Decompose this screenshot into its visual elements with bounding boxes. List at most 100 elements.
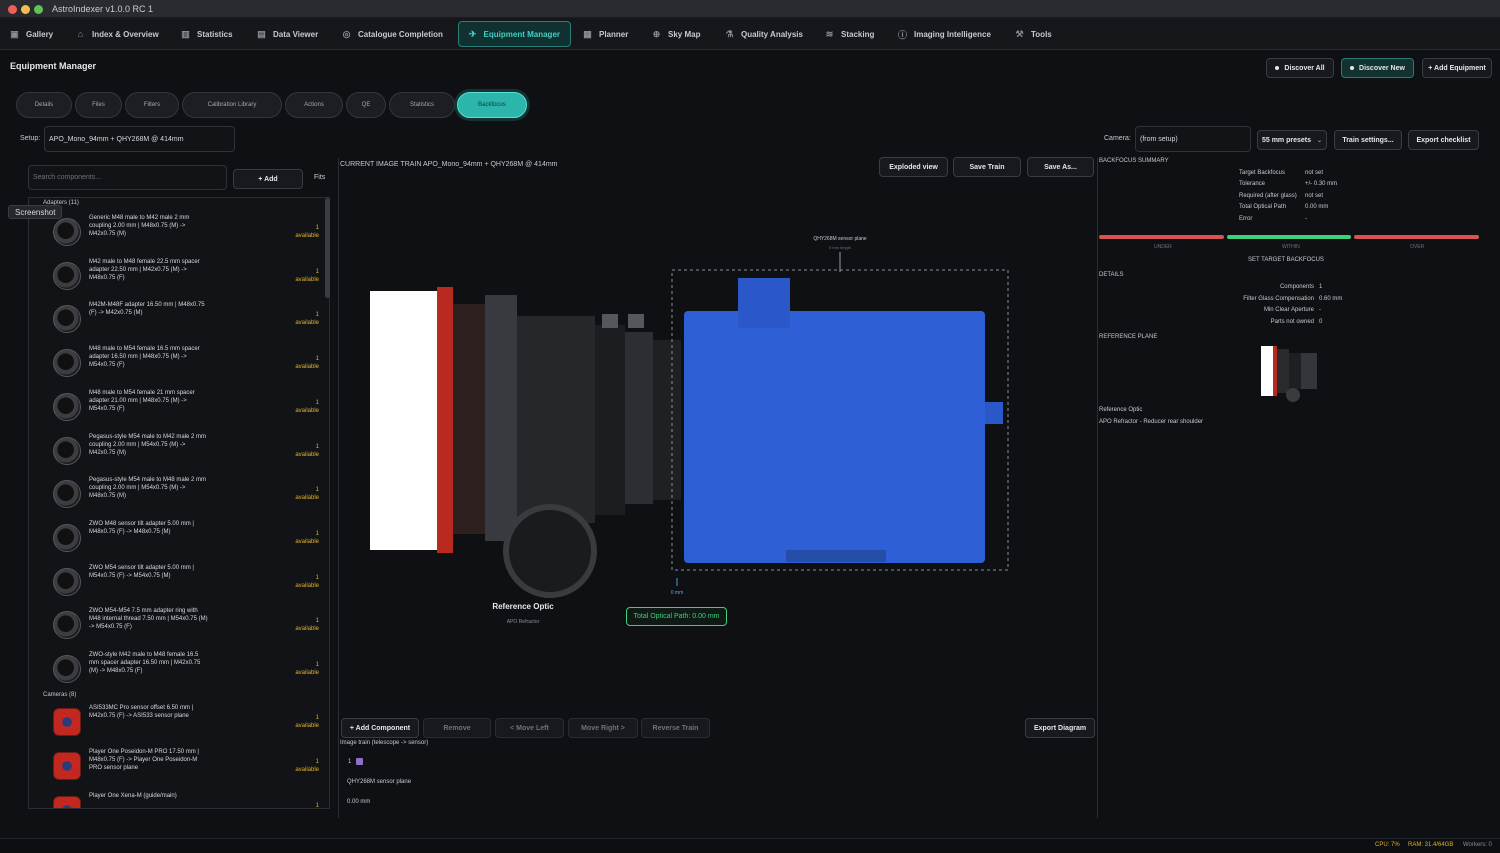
nav-index-overview[interactable]: ⌂ Index & Overview <box>76 21 159 47</box>
adapter-thumbnail <box>53 523 81 552</box>
availability-status: 1 available <box>295 530 319 546</box>
availability-status: 1 available <box>295 661 319 677</box>
tab-details[interactable]: Details <box>16 92 72 118</box>
summary-key: Components <box>1279 284 1314 290</box>
availability-status: 1 <box>315 802 319 809</box>
quantity: 1 <box>315 356 319 363</box>
add-equipment-button[interactable]: + Add Equipment <box>1422 58 1492 78</box>
info-icon: ⓘ <box>898 29 908 40</box>
add-component-button[interactable]: + Add Component <box>341 718 419 738</box>
reverse-train-button[interactable]: Reverse Train <box>641 718 710 738</box>
exploded-view-button[interactable]: Exploded view <box>879 157 948 177</box>
component-description: ZWO M54-M54 7.5 mm adapter ring with M48… <box>89 608 208 631</box>
document-icon: ▤ <box>257 28 266 39</box>
tab-qe[interactable]: QE <box>346 92 386 118</box>
camera-list-item[interactable]: Player One Xena-M (guide/main) 1 <box>29 790 329 809</box>
adapter-list-item[interactable]: M48 male to M54 female 21 mm spacer adap… <box>29 387 329 431</box>
presets-dropdown[interactable]: 55 mm presets ⌄ <box>1257 130 1327 150</box>
component-description: M48 male to M54 female 16.5 mm spacer ad… <box>89 346 200 369</box>
camera-list-item[interactable]: Player One Poseidon-M PRO 17.50 mm | M48… <box>29 746 329 790</box>
sensor-plane-label: QHY268M sensor plane <box>813 236 867 242</box>
discover-new-button[interactable]: Discover New <box>1341 58 1414 78</box>
camera-body <box>684 311 985 563</box>
status-label: available <box>295 320 319 327</box>
adapter-list-item[interactable]: M42 male to M48 female 22.5 mm spacer ad… <box>29 256 329 300</box>
export-diagram-button[interactable]: Export Diagram <box>1025 718 1095 738</box>
library-scrollbar[interactable] <box>325 198 330 298</box>
left-divider <box>338 158 339 818</box>
adapter-list-item[interactable]: ZWO M48 sensor tilt adapter 5.00 mm | M4… <box>29 518 329 562</box>
adapter-list-item[interactable]: Pegasus-style M54 male to M42 male 2 mm … <box>29 431 329 475</box>
nav-imaging-intelligence[interactable]: ⓘ Imaging Intelligence <box>898 21 991 47</box>
reference-optic-subtitle: APO Refractor <box>507 619 540 625</box>
maximize-window-button[interactable] <box>34 5 43 14</box>
summary-key: Min Clear Aperture <box>1263 307 1314 313</box>
train-list-item[interactable]: QHY268M sensor plane <box>347 779 411 785</box>
move-right-button[interactable]: Move Right > <box>568 718 638 738</box>
adapter-thumbnail <box>53 655 81 683</box>
nav-sky-map[interactable]: ⊕ Sky Map <box>652 21 701 47</box>
set-target-backfocus-button[interactable]: SET TARGET BACKFOCUS <box>1248 257 1324 263</box>
adapter-list-item[interactable]: M42M-M48F adapter 16.50 mm | M48x0.75 (F… <box>29 299 329 343</box>
tab-statistics[interactable]: Statistics <box>389 92 455 118</box>
flask-icon: ⚗ <box>725 28 734 39</box>
tab-backfocus[interactable]: Backfocus <box>457 92 527 118</box>
nav-catalogue-completion[interactable]: ◎ Catalogue Completion <box>342 21 443 47</box>
camera-select[interactable]: (from setup) <box>1135 126 1251 152</box>
fits-toggle[interactable]: Fits <box>314 174 325 181</box>
camera-list-item[interactable]: ASI533MC Pro sensor offset 6.50 mm | M42… <box>29 702 329 746</box>
chevron-down-icon: ⌄ <box>1317 137 1323 144</box>
nav-gallery[interactable]: ▣ Gallery <box>10 21 53 47</box>
tab-actions[interactable]: Actions <box>285 92 343 118</box>
nav-statistics[interactable]: ▥ Statistics <box>181 21 232 47</box>
adapter-list-item[interactable]: ZWO M54-M54 7.5 mm adapter ring with M48… <box>29 605 329 649</box>
nav-tools[interactable]: ⚒ Tools <box>1015 21 1051 47</box>
quantity: 1 <box>315 715 319 721</box>
adapter-ring-3 <box>625 332 653 504</box>
adapter-thumbnail <box>53 305 81 334</box>
train-color-swatch <box>356 758 363 765</box>
reference-optic-value: APO Refractor - Reducer rear shoulder <box>1099 419 1204 425</box>
adapter-ring-4 <box>653 340 681 500</box>
adapter-list-item[interactable]: Generic M48 male to M42 male 2 mm coupli… <box>29 212 329 256</box>
camera-connector <box>786 550 886 562</box>
reference-optic-front <box>370 291 438 550</box>
tab-filters[interactable]: Filters <box>125 92 179 118</box>
summary-value: 0 <box>1319 318 1323 325</box>
adapter-list-item[interactable]: Pegasus-style M54 male to M48 male 2 mm … <box>29 474 329 518</box>
add-component-library-button[interactable]: + Add <box>233 169 303 189</box>
save-train-button[interactable]: Save Train <box>953 157 1021 177</box>
move-left-button[interactable]: < Move Left <box>495 718 564 738</box>
close-window-button[interactable] <box>8 5 17 14</box>
tab-files[interactable]: Files <box>75 92 122 118</box>
adapter-list-item[interactable]: ZWO M54 sensor tilt adapter 5.00 mm | M5… <box>29 562 329 606</box>
quantity: 1 <box>315 803 319 809</box>
nav-stacking[interactable]: ≋ Stacking <box>825 21 875 47</box>
search-input[interactable]: Search components... <box>28 165 227 190</box>
quantity: 1 <box>315 574 319 581</box>
nav-planner[interactable]: ▦ Planner <box>583 21 628 47</box>
nav-equipment-manager[interactable]: ✈ Equipment Manager <box>458 21 571 47</box>
dot-icon <box>1350 66 1355 70</box>
minimize-window-button[interactable] <box>21 5 30 14</box>
setup-select[interactable]: APO_Mono_94mm + QHY268M @ 414mm <box>44 126 235 152</box>
adapter-list-item[interactable]: M48 male to M54 female 16.5 mm spacer ad… <box>29 343 329 387</box>
discover-all-button[interactable]: Discover All <box>1266 58 1334 78</box>
nav-quality-analysis[interactable]: ⚗ Quality Analysis <box>725 21 803 47</box>
component-description: Player One Xena-M (guide/main) <box>89 793 177 799</box>
over-label: OVER <box>1410 244 1425 250</box>
target-icon: ◎ <box>342 28 351 39</box>
quantity: 1 <box>315 662 319 668</box>
status-label: available <box>295 723 319 729</box>
adapter-list-item[interactable]: ZWO-style M42 male to M48 female 16.5 mm… <box>29 649 329 693</box>
nav-data-viewer[interactable]: ▤ Data Viewer <box>257 21 318 47</box>
wrench-icon: ⚒ <box>1015 28 1024 39</box>
export-checklist-button[interactable]: Export checklist <box>1408 130 1479 150</box>
remove-button[interactable]: Remove <box>423 718 491 738</box>
status-label: available <box>295 538 319 545</box>
camera-thumbnail <box>53 796 81 808</box>
save-as-button[interactable]: Save As... <box>1027 157 1094 177</box>
reference-plane-thumbnail <box>1261 346 1317 402</box>
train-settings-button[interactable]: Train settings... <box>1334 130 1402 150</box>
tab-calibration-library[interactable]: Calibration Library <box>182 92 282 118</box>
